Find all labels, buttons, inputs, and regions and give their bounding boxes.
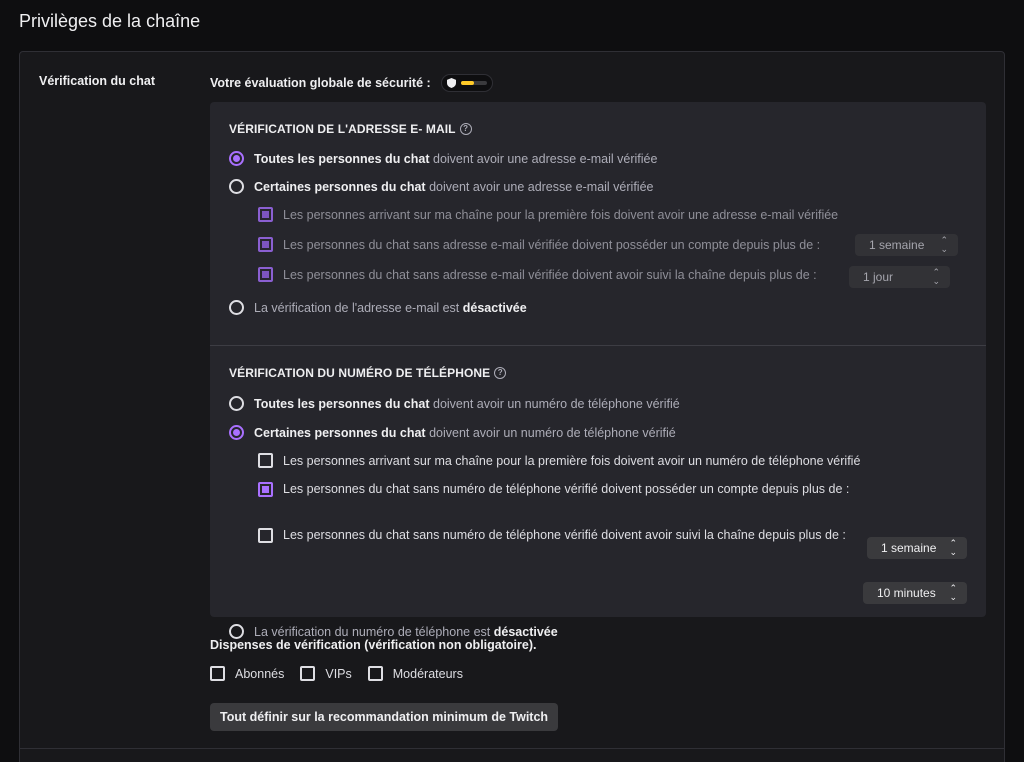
option-bold: Toutes les personnes du chat <box>254 396 430 411</box>
sub-option-text: Les personnes du chat sans numéro de tél… <box>283 528 846 542</box>
option-bold: Toutes les personnes du chat <box>254 151 430 166</box>
checkbox-email-first-time[interactable] <box>258 207 273 222</box>
exemption-moderators[interactable]: Modérateurs <box>367 666 463 681</box>
phone-sub-follow-age[interactable]: Les personnes du chat sans numéro de tél… <box>258 527 855 544</box>
security-rating-meter <box>440 74 493 92</box>
exemptions-title: Dispenses de vérification (vérification … <box>210 638 537 652</box>
email-verification-card: VÉRIFICATION DE L'ADRESSE E- MAIL ? Tout… <box>210 102 986 346</box>
option-rest: doivent avoir une adresse e-mail vérifié… <box>429 179 654 194</box>
checkbox-moderators[interactable] <box>367 666 383 681</box>
phone-verification-card: VÉRIFICATION DU NUMÉRO DE TÉLÉPHONE ? To… <box>210 346 986 639</box>
up-down-caret-icon: ⌃ ⌄ <box>940 235 948 254</box>
help-icon[interactable]: ? <box>494 367 507 379</box>
up-down-caret-icon: ⌃ ⌄ <box>949 583 957 602</box>
exemption-label: Abonnés <box>235 666 285 681</box>
phone-heading-text: VÉRIFICATION DU NUMÉRO DE TÉLÉPHONE <box>229 366 491 380</box>
sub-option-text: Les personnes du chat sans adresse e-mai… <box>283 237 821 252</box>
security-rating-label: Votre évaluation globale de sécurité : <box>210 76 431 90</box>
sub-option-text: Les personnes du chat sans adresse e-mai… <box>283 267 817 282</box>
select-value: 1 semaine <box>869 238 925 252</box>
select-value: 1 jour <box>863 270 894 284</box>
email-sub-account-age[interactable]: Les personnes du chat sans adresse e-mai… <box>258 237 820 252</box>
radio-email-all[interactable] <box>229 151 244 166</box>
checkbox-phone-account-age[interactable] <box>258 482 273 497</box>
email-option-off[interactable]: La vérification de l'adresse e-mail est … <box>229 300 527 315</box>
page-title: Privilèges de la chaîne <box>19 11 201 31</box>
phone-option-off[interactable]: La vérification du numéro de téléphone e… <box>229 624 558 639</box>
option-bold: désactivée <box>462 300 527 315</box>
checkbox-subscribers[interactable] <box>210 666 225 681</box>
email-verification-heading: VÉRIFICATION DE L'ADRESSE E- MAIL ? <box>229 122 472 136</box>
exemption-subscribers[interactable]: Abonnés <box>210 666 284 681</box>
email-sub-first-time[interactable]: Les personnes arrivant sur ma chaîne pou… <box>258 207 838 222</box>
email-option-some[interactable]: Certaines personnes du chat doivent avoi… <box>229 179 653 194</box>
sub-option-text: Les personnes du chat sans numéro de tél… <box>283 482 850 496</box>
radio-phone-off[interactable] <box>229 624 244 639</box>
help-icon[interactable]: ? <box>459 123 472 135</box>
security-rating-track <box>460 81 487 85</box>
checkbox-vips[interactable] <box>300 666 316 681</box>
recommend-settings-button[interactable]: Tout définir sur la recommandation minim… <box>210 703 559 731</box>
divider <box>20 748 1004 749</box>
exemption-vips[interactable]: VIPs <box>300 666 352 681</box>
checkbox-phone-follow-age[interactable] <box>258 528 273 543</box>
phone-option-some[interactable]: Certaines personnes du chat doivent avoi… <box>229 425 676 440</box>
email-option-all[interactable]: Toutes les personnes du chat doivent avo… <box>229 151 657 166</box>
phone-verification-heading: VÉRIFICATION DU NUMÉRO DE TÉLÉPHONE ? <box>229 366 507 380</box>
phone-follow-age-select[interactable]: 10 minutes ⌃ ⌄ <box>863 582 967 604</box>
option-rest: doivent avoir un numéro de téléphone vér… <box>429 425 676 440</box>
sub-option-text: Les personnes arrivant sur ma chaîne pou… <box>283 453 861 468</box>
up-down-caret-icon: ⌃ ⌄ <box>932 267 940 286</box>
channel-privileges-panel: Vérification du chat Votre évaluation gl… <box>19 51 1005 762</box>
select-value: 10 minutes <box>877 586 936 600</box>
email-heading-text: VÉRIFICATION DE L'ADRESSE E- MAIL <box>229 122 456 136</box>
radio-email-off[interactable] <box>229 300 244 315</box>
email-account-age-select[interactable]: 1 semaine ⌃ ⌄ <box>855 234 958 256</box>
option-bold: désactivée <box>493 624 558 639</box>
chat-verification-label: Vérification du chat <box>39 74 155 88</box>
security-rating-fill <box>460 81 474 85</box>
checkbox-email-follow-age[interactable] <box>258 267 273 282</box>
option-rest: La vérification de l'adresse e-mail est <box>254 300 460 315</box>
exemption-label: Modérateurs <box>392 666 463 681</box>
select-value: 1 semaine <box>881 541 937 555</box>
radio-phone-all[interactable] <box>229 396 244 411</box>
radio-email-some[interactable] <box>229 179 244 194</box>
shield-icon <box>446 78 456 88</box>
exemptions-list: Abonnés VIPs Modérateurs <box>210 666 463 681</box>
security-rating: Votre évaluation globale de sécurité : <box>210 74 493 92</box>
phone-sub-first-time[interactable]: Les personnes arrivant sur ma chaîne pou… <box>258 453 860 468</box>
radio-phone-some[interactable] <box>229 425 244 440</box>
option-rest: doivent avoir une adresse e-mail vérifié… <box>433 151 658 166</box>
option-rest: La vérification du numéro de téléphone e… <box>254 624 491 639</box>
email-follow-age-select[interactable]: 1 jour ⌃ ⌄ <box>849 266 950 288</box>
checkbox-email-account-age[interactable] <box>258 237 273 252</box>
checkbox-phone-first-time[interactable] <box>258 453 273 468</box>
email-sub-follow-age[interactable]: Les personnes du chat sans adresse e-mai… <box>258 267 817 282</box>
sub-option-text: Les personnes arrivant sur ma chaîne pou… <box>283 207 839 222</box>
phone-option-all[interactable]: Toutes les personnes du chat doivent avo… <box>229 396 680 411</box>
exemption-label: VIPs <box>325 666 352 681</box>
phone-account-age-select[interactable]: 1 semaine ⌃ ⌄ <box>867 537 967 559</box>
option-bold: Certaines personnes du chat <box>254 425 426 440</box>
phone-sub-account-age[interactable]: Les personnes du chat sans numéro de tél… <box>258 481 855 498</box>
option-rest: doivent avoir un numéro de téléphone vér… <box>433 396 680 411</box>
option-bold: Certaines personnes du chat <box>254 179 426 194</box>
up-down-caret-icon: ⌃ ⌄ <box>949 538 957 557</box>
